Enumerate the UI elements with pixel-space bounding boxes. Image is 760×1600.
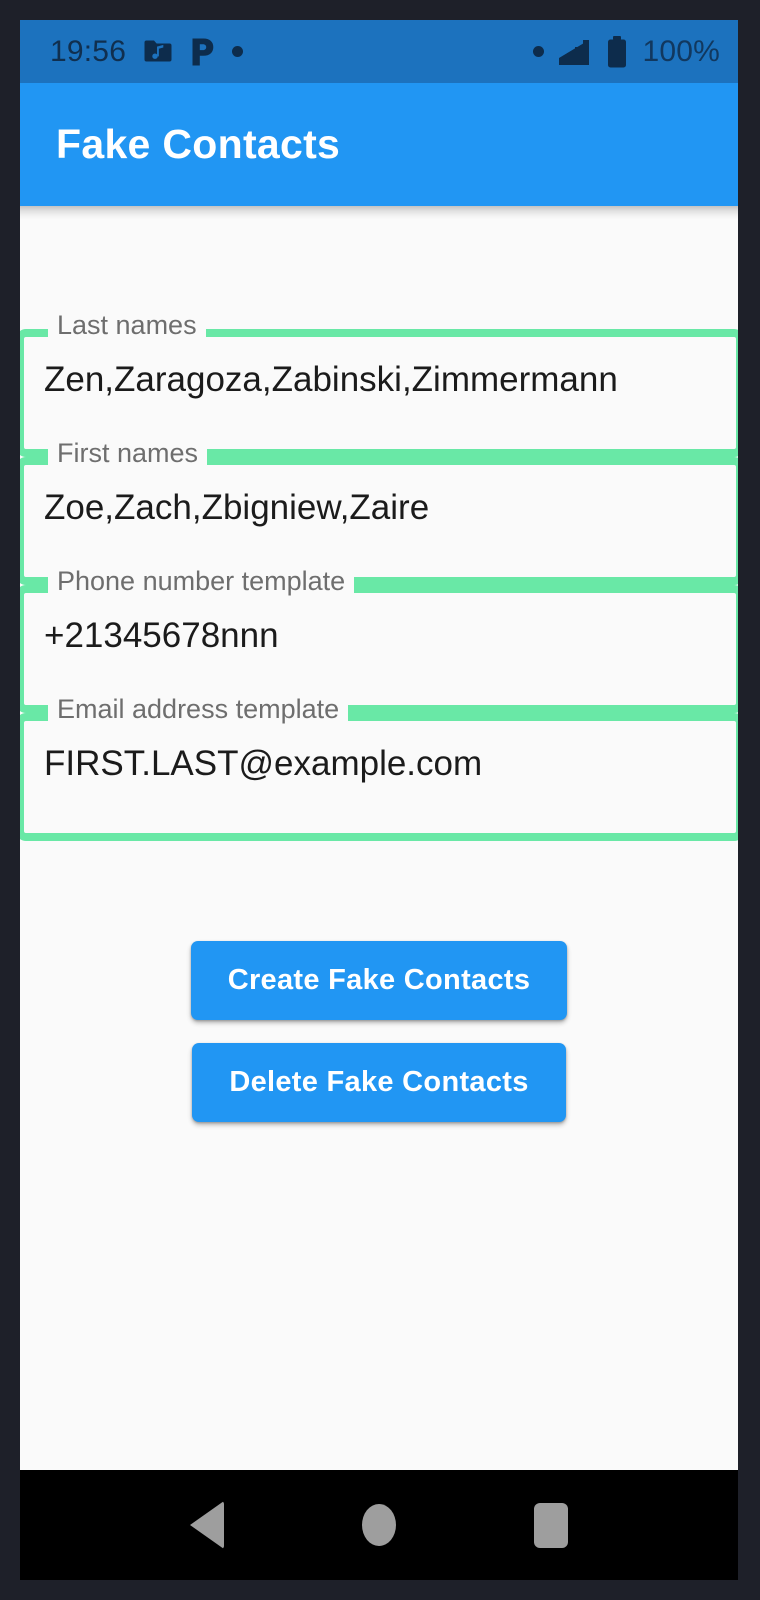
page-title: Fake Contacts <box>56 121 341 167</box>
field-label-phone-template: Phone number template <box>48 566 355 596</box>
phone-screen: 19:56 100% Fake Contacts Last names Zen,… <box>20 20 738 1580</box>
form-container: Last names Zen,Zaragoza,Zabinski,Zimmerm… <box>20 220 738 1413</box>
app-bar-shadow <box>20 206 738 220</box>
field-input-phone-template[interactable]: +21345678nnn <box>44 615 722 657</box>
status-bar-right-group: 100% <box>533 35 720 69</box>
music-folder-icon <box>143 38 173 66</box>
field-label-email-template: Email address template <box>48 694 349 724</box>
home-circle-icon <box>362 1504 396 1546</box>
action-button-group: Create Fake Contacts Delete Fake Contact… <box>20 941 738 1122</box>
nav-recents-button[interactable] <box>465 1470 637 1580</box>
app-bar: Fake Contacts <box>20 83 738 206</box>
status-bar: 19:56 100% <box>20 20 738 83</box>
delete-fake-contacts-button[interactable]: Delete Fake Contacts <box>192 1043 566 1122</box>
field-email-template[interactable]: Email address template FIRST.LAST@exampl… <box>20 694 738 841</box>
battery-full-icon <box>606 35 628 68</box>
battery-percent-label: 100% <box>642 34 720 68</box>
notification-dot-icon-right <box>533 46 545 57</box>
device-frame: 19:56 100% Fake Contacts Last names Zen,… <box>0 0 760 1600</box>
recents-square-icon <box>534 1502 568 1548</box>
field-input-first-names[interactable]: Zoe,Zach,Zbigniew,Zaire <box>44 487 722 529</box>
status-bar-left-group: 19:56 <box>50 34 244 69</box>
nav-home-button[interactable] <box>293 1470 465 1580</box>
signal-bars-icon <box>558 38 592 66</box>
status-clock: 19:56 <box>50 34 127 68</box>
notification-dot-icon <box>232 46 244 57</box>
system-navigation-bar <box>20 1470 738 1580</box>
field-input-email-template[interactable]: FIRST.LAST@example.com <box>44 743 722 785</box>
back-triangle-icon <box>190 1501 224 1549</box>
pandora-p-icon <box>190 37 215 67</box>
field-input-last-names[interactable]: Zen,Zaragoza,Zabinski,Zimmermann <box>44 359 722 401</box>
field-label-first-names: First names <box>48 438 208 468</box>
nav-back-button[interactable] <box>121 1470 293 1580</box>
field-label-last-names: Last names <box>48 310 206 340</box>
create-fake-contacts-button[interactable]: Create Fake Contacts <box>190 941 568 1020</box>
